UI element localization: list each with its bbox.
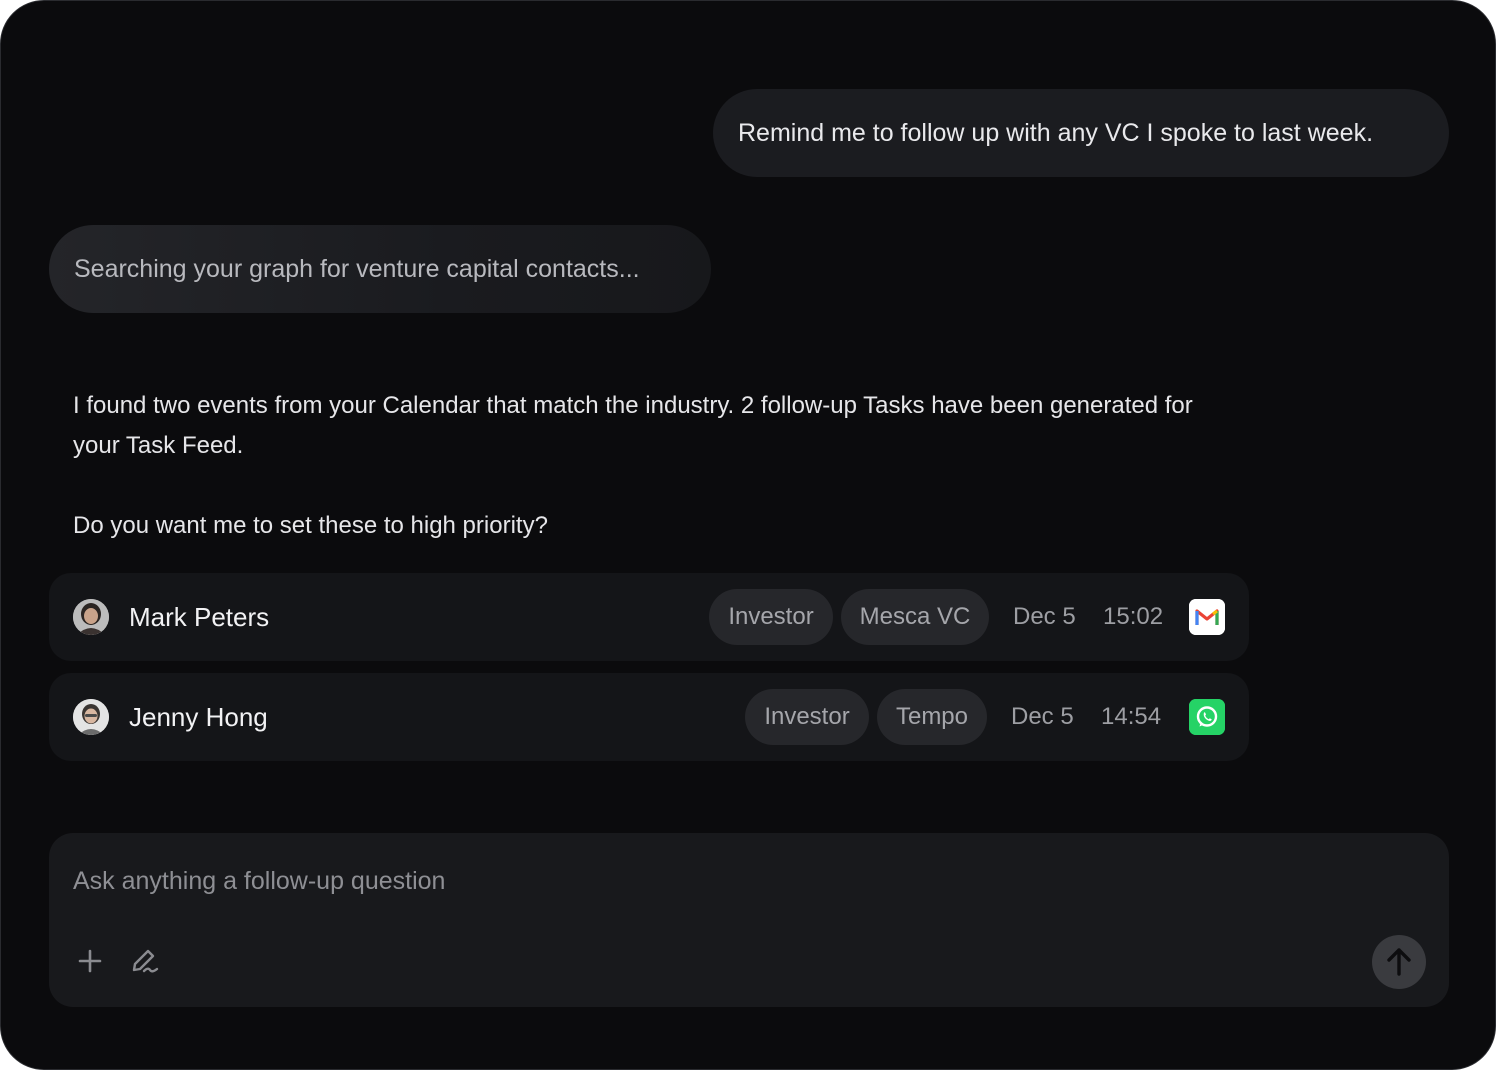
event-time: 14:54 xyxy=(1101,703,1162,730)
status-message-text: Searching your graph for venture capital… xyxy=(74,255,640,283)
assistant-reply: I found two events from your Calendar th… xyxy=(73,386,1233,546)
whatsapp-icon[interactable] xyxy=(1189,699,1225,735)
tag-role[interactable]: Investor xyxy=(745,689,869,745)
reply-paragraph: I found two events from your Calendar th… xyxy=(73,392,1193,459)
arrow-up-icon xyxy=(1387,948,1411,976)
assistant-status-bubble: Searching your graph for venture capital… xyxy=(49,225,711,313)
event-date: Dec 5 xyxy=(1013,603,1076,630)
event-time: 15:02 xyxy=(1103,603,1164,630)
send-button[interactable] xyxy=(1372,935,1426,989)
avatar xyxy=(73,699,109,735)
tag-role[interactable]: Investor xyxy=(709,589,833,645)
avatar xyxy=(73,599,109,635)
event-date: Dec 5 xyxy=(1011,703,1074,730)
pen-icon[interactable] xyxy=(127,943,163,979)
user-message-bubble: Remind me to follow up with any VC I spo… xyxy=(713,89,1449,177)
tag-company[interactable]: Mesca VC xyxy=(841,589,989,645)
contact-name: Mark Peters xyxy=(129,602,270,632)
gmail-icon[interactable] xyxy=(1189,599,1225,635)
composer xyxy=(49,833,1449,1007)
chat-window: Remind me to follow up with any VC I spo… xyxy=(0,0,1496,1070)
reply-question: Do you want me to set these to high prio… xyxy=(73,512,548,539)
plus-icon[interactable] xyxy=(72,943,108,979)
follow-up-input[interactable] xyxy=(73,861,1273,901)
contact-row-jenny-hong[interactable]: Jenny Hong Investor Tempo Dec 5 14:54 xyxy=(49,673,1249,761)
contact-row-mark-peters[interactable]: Mark Peters Investor Mesca VC Dec 5 15:0… xyxy=(49,573,1249,661)
tag-company[interactable]: Tempo xyxy=(877,689,987,745)
user-message-text: Remind me to follow up with any VC I spo… xyxy=(738,119,1374,147)
contact-name: Jenny Hong xyxy=(129,702,268,732)
